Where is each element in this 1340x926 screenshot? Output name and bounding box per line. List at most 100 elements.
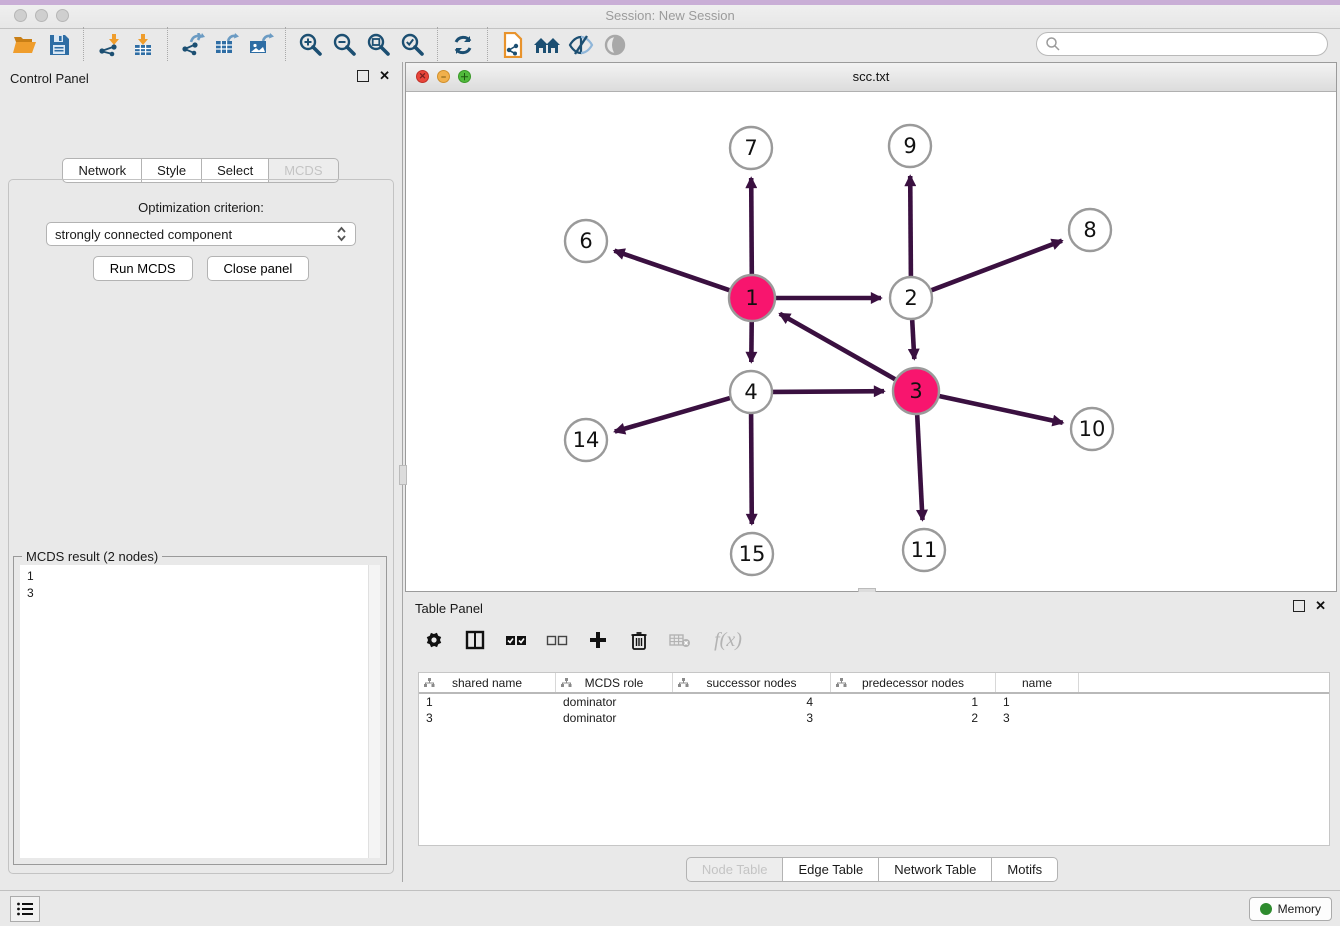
table-cell: 3 (673, 711, 831, 725)
search-box[interactable] (1036, 32, 1328, 56)
table-toolbar: f(x) (421, 622, 748, 658)
graph-edge[interactable] (614, 251, 729, 291)
save-icon[interactable] (42, 30, 76, 60)
tab-network-table[interactable]: Network Table (878, 857, 992, 882)
network-frame-title: scc.txt (406, 69, 1336, 84)
network-view-frame: ✕ − ＋ scc.txt 7 9 6 8 1 2 4 3 14 10 15 11 (405, 62, 1337, 592)
close-table-panel-icon[interactable]: ✕ (1315, 601, 1326, 611)
column-layout-icon[interactable] (462, 627, 488, 653)
graph-node[interactable]: 2 (890, 277, 932, 319)
network-document-icon[interactable] (496, 30, 530, 60)
column-type-icon (836, 678, 847, 688)
graph-edge[interactable] (751, 414, 752, 524)
svg-text:11: 11 (911, 538, 938, 562)
svg-text:2: 2 (904, 286, 917, 310)
table-body: 1dominator4113dominator323 (419, 694, 1329, 726)
vertical-splitter-handle[interactable] (399, 465, 407, 485)
search-icon (1045, 36, 1061, 52)
mcds-result-lines: 1 3 (20, 565, 380, 602)
gear-icon[interactable] (421, 627, 447, 653)
column-header-shared-name[interactable]: shared name (419, 673, 556, 692)
svg-text:4: 4 (744, 380, 757, 404)
tab-motifs[interactable]: Motifs (991, 857, 1058, 882)
graph-node[interactable]: 15 (731, 533, 773, 575)
graph-edge[interactable] (940, 396, 1063, 423)
zoom-fit-icon[interactable] (362, 30, 396, 60)
svg-text:14: 14 (573, 428, 600, 452)
float-panel-icon[interactable] (357, 70, 369, 82)
float-table-panel-icon[interactable] (1293, 600, 1305, 612)
import-table-icon[interactable] (126, 30, 160, 60)
memory-label: Memory (1278, 902, 1321, 916)
table-row[interactable]: 1dominator411 (419, 694, 1329, 710)
export-table-icon[interactable] (210, 30, 244, 60)
graph-node[interactable]: 8 (1069, 209, 1111, 251)
graph-edge[interactable] (917, 415, 922, 520)
homes-icon[interactable] (530, 30, 564, 60)
tab-edge-table[interactable]: Edge Table (782, 857, 879, 882)
select-all-icon[interactable] (503, 627, 529, 653)
graph-node[interactable]: 4 (730, 371, 772, 413)
graph-edge[interactable] (773, 391, 884, 392)
zoom-in-icon[interactable] (294, 30, 328, 60)
toolbar-separator (83, 27, 85, 63)
close-panel-icon[interactable]: ✕ (379, 71, 390, 81)
svg-text:10: 10 (1079, 417, 1106, 441)
criterion-select[interactable]: strongly connected component (46, 222, 356, 246)
export-network-icon[interactable] (176, 30, 210, 60)
toolbar-separator (487, 27, 489, 63)
function-icon: f(x) (708, 627, 748, 653)
task-history-button[interactable] (10, 896, 40, 922)
add-icon[interactable] (585, 627, 611, 653)
table-tabs: Node TableEdge TableNetwork TableMotifs (405, 857, 1340, 882)
table-cell: 1 (419, 695, 556, 709)
export-image-icon[interactable] (244, 30, 278, 60)
network-canvas[interactable]: 7 9 6 8 1 2 4 3 14 10 15 11 (406, 91, 1336, 591)
table-cell: dominator (556, 695, 673, 709)
svg-text:1: 1 (745, 286, 758, 310)
style-eye-icon[interactable] (564, 30, 598, 60)
column-header-predecessor-nodes[interactable]: predecessor nodes (831, 673, 996, 692)
control-panel-title: Control Panel (10, 71, 89, 86)
graph-node[interactable]: 3 (893, 368, 939, 414)
column-header-successor-nodes[interactable]: successor nodes (673, 673, 831, 692)
node-table: shared nameMCDS rolesuccessor nodesprede… (418, 672, 1330, 846)
eye-icon[interactable] (598, 30, 632, 60)
status-bar: Memory (0, 890, 1340, 926)
run-mcds-button[interactable]: Run MCDS (93, 256, 193, 281)
graph-node[interactable]: 6 (565, 220, 607, 262)
graph-edge[interactable] (912, 320, 914, 359)
graph-node[interactable]: 7 (730, 127, 772, 169)
network-frame-titlebar[interactable]: ✕ − ＋ scc.txt (406, 63, 1336, 92)
graph-node[interactable]: 14 (565, 419, 607, 461)
table-panel: Table Panel ✕ f(x) shared nameMCDS ro (405, 592, 1340, 890)
trash-icon[interactable] (626, 627, 652, 653)
result-scrollbar[interactable] (368, 565, 380, 858)
column-header-name[interactable]: name (996, 673, 1079, 692)
graph-edge[interactable] (751, 178, 752, 274)
refresh-icon[interactable] (446, 30, 480, 60)
table-panel-title: Table Panel (415, 601, 483, 616)
import-network-icon[interactable] (92, 30, 126, 60)
graph-edge[interactable] (780, 314, 895, 379)
graph-edge[interactable] (615, 398, 730, 432)
graph-node[interactable]: 10 (1071, 408, 1113, 450)
column-header-MCDS-role[interactable]: MCDS role (556, 673, 673, 692)
graph-edge[interactable] (932, 241, 1062, 291)
window-title: Session: New Session (0, 8, 1340, 23)
table-row[interactable]: 3dominator323 (419, 710, 1329, 726)
graph-edge[interactable] (910, 176, 911, 276)
close-panel-button[interactable]: Close panel (207, 256, 310, 281)
folder-open-icon[interactable] (8, 30, 42, 60)
graph-node[interactable]: 1 (729, 275, 775, 321)
tab-node-table[interactable]: Node Table (686, 857, 784, 882)
deselect-all-icon[interactable] (544, 627, 570, 653)
svg-text:8: 8 (1083, 218, 1096, 242)
memory-button[interactable]: Memory (1249, 897, 1332, 921)
zoom-out-icon[interactable] (328, 30, 362, 60)
graph-node[interactable]: 9 (889, 125, 931, 167)
zoom-selected-icon[interactable] (396, 30, 430, 60)
mcds-result-textarea[interactable]: 1 3 (20, 565, 380, 858)
graph-node[interactable]: 11 (903, 529, 945, 571)
search-input[interactable] (1061, 33, 1327, 55)
